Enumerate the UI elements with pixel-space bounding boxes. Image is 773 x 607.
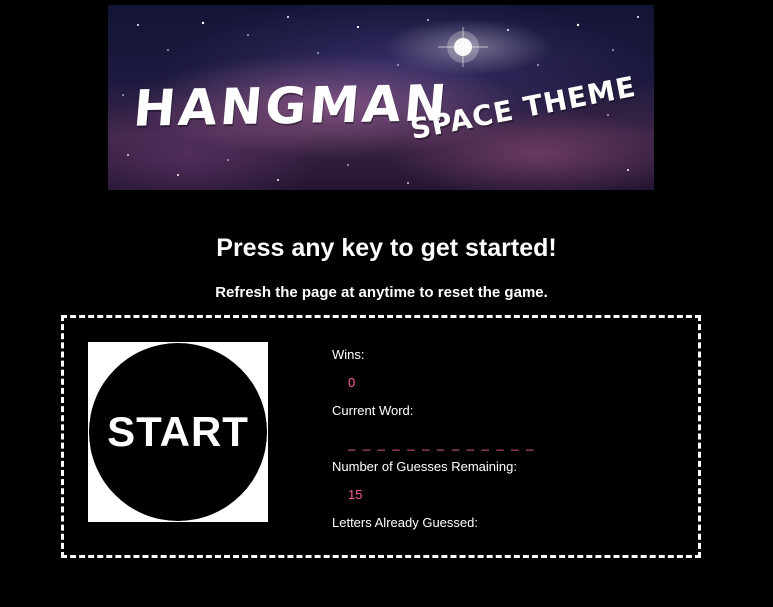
stats-panel: Wins: 0 Current Word: _ _ _ _ _ _ _ _ _ … bbox=[332, 345, 672, 569]
page: HANGMAN SPACE THEME Press any key to get… bbox=[0, 0, 773, 607]
reset-instruction-text: Refresh the page at anytime to reset the… bbox=[215, 284, 548, 301]
start-circle-icon: START bbox=[89, 343, 267, 521]
letters-guessed-label: Letters Already Guessed: bbox=[332, 515, 478, 530]
banner-image: HANGMAN SPACE THEME bbox=[108, 5, 654, 190]
wins-label: Wins: bbox=[332, 347, 365, 362]
current-word-value: _ _ _ _ _ _ _ _ _ _ _ _ _ bbox=[348, 436, 536, 451]
start-instruction-heading: Press any key to get started! bbox=[216, 234, 557, 262]
start-button-label: START bbox=[107, 408, 249, 455]
wins-value: 0 bbox=[348, 375, 356, 390]
guesses-remaining-label: Number of Guesses Remaining: bbox=[332, 459, 517, 474]
banner-title: HANGMAN bbox=[131, 74, 452, 138]
start-button[interactable]: START bbox=[88, 342, 268, 522]
current-word-label: Current Word: bbox=[332, 403, 414, 418]
guesses-remaining-value: 15 bbox=[348, 487, 363, 502]
letters-guessed-value bbox=[332, 533, 672, 569]
game-panel: START Wins: 0 Current Word: _ _ _ _ _ _ … bbox=[61, 315, 701, 558]
